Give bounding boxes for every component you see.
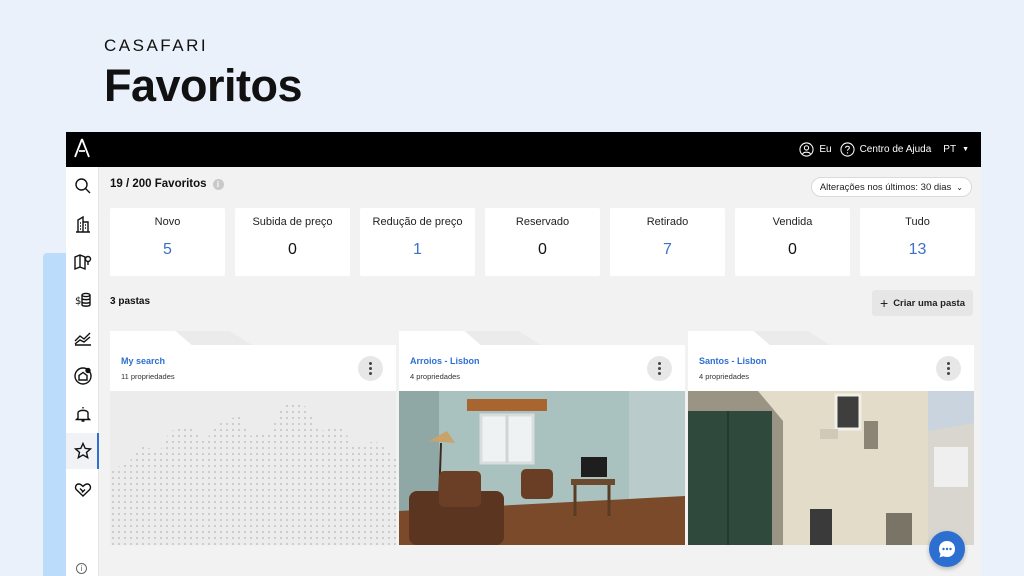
more-options-icon[interactable] [936, 356, 961, 381]
folders-title: 3 pastas [110, 296, 151, 307]
stat-value: 1 [413, 241, 422, 258]
language-label: PT [943, 144, 957, 155]
sidebar-item-home[interactable] [66, 358, 99, 394]
folder-thumbnail-photo [399, 391, 685, 545]
top-bar: Eu Centro de Ajuda PT ▼ [66, 132, 981, 167]
stat-label: Vendida [772, 216, 813, 228]
folder-header: Santos - Lisbon 4 propriedades [688, 345, 974, 391]
help-label: Centro de Ajuda [859, 144, 932, 155]
stat-label: Reservado [515, 216, 570, 228]
coins-icon: $ [75, 292, 91, 307]
folder-name[interactable]: Santos - Lisbon [699, 356, 767, 366]
home-circle-icon [73, 367, 92, 385]
stat-card-withdrawn[interactable]: Retirado 7 [610, 208, 725, 276]
casafari-logo-icon[interactable] [73, 138, 91, 158]
stat-value: 0 [788, 241, 797, 258]
stat-label: Tudo [905, 216, 930, 228]
folder-thumbnail-photo [688, 391, 974, 545]
plus-icon: + [880, 295, 889, 311]
language-select[interactable]: PT ▼ [943, 144, 969, 155]
casafari-wordmark: CASAFARI [104, 36, 209, 55]
stat-label: Novo [154, 216, 181, 228]
stat-label: Subida de preço [252, 216, 333, 228]
stat-card-all[interactable]: Tudo 13 [860, 208, 975, 276]
folder-name[interactable]: Arroios - Lisbon [410, 356, 480, 366]
stat-label: Retirado [646, 216, 689, 228]
folder-header: Arroios - Lisbon 4 propriedades [399, 345, 685, 391]
chat-bubble-icon [939, 541, 955, 558]
favorites-content: 19 / 200 Favoritos i Alterações nos últi… [99, 167, 981, 576]
sidebar-item-favorites[interactable] [66, 433, 99, 469]
sidebar-item-map[interactable] [66, 244, 99, 280]
handshake-icon [74, 483, 91, 497]
bell-icon [74, 407, 91, 422]
folder-thumbnail-map [110, 391, 396, 545]
folder-header: My search 11 propriedades [110, 345, 396, 391]
help-center-link[interactable]: Centro de Ajuda [839, 142, 932, 157]
sidebar-item-search[interactable] [66, 168, 99, 204]
favorites-count-label: 19 / 200 Favoritos [110, 178, 207, 190]
stat-value: 7 [663, 241, 672, 258]
folder-count: 4 propriedades [699, 372, 750, 381]
sidebar-item-alerts[interactable] [66, 396, 99, 432]
status-summary: Novo 5 Subida de preço 0 Redução de preç… [110, 208, 975, 276]
create-folder-button[interactable]: + Criar uma pasta [872, 290, 973, 316]
folder-card[interactable]: My search 11 propriedades [110, 331, 396, 545]
stat-value: 5 [163, 241, 172, 258]
user-label: Eu [819, 144, 832, 155]
chart-icon [74, 332, 91, 346]
chat-button[interactable] [929, 531, 965, 567]
period-select[interactable]: Alterações nos últimos: 30 dias ⌄ [810, 177, 972, 197]
stat-value: 0 [288, 241, 297, 258]
folder-name[interactable]: My search [121, 356, 165, 366]
building-icon [75, 215, 90, 233]
folder-card[interactable]: Santos - Lisbon 4 propriedades [688, 331, 974, 545]
sidebar-item-valuation[interactable]: $ [66, 282, 99, 318]
stat-value: 0 [538, 241, 547, 258]
chevron-down-icon: ▼ [962, 146, 969, 153]
favorites-count: 19 / 200 Favoritos i [110, 178, 224, 190]
info-icon[interactable]: i [212, 178, 224, 190]
sidebar-item-analytics[interactable] [66, 320, 99, 356]
accent-strip [43, 253, 68, 576]
search-icon [74, 178, 90, 194]
more-options-icon[interactable] [647, 356, 672, 381]
map-pin-icon [73, 254, 91, 271]
sidebar-item-properties[interactable] [66, 206, 99, 242]
star-icon [73, 442, 92, 460]
sidebar: $ i [66, 167, 99, 576]
more-options-icon[interactable] [358, 356, 383, 381]
user-menu[interactable]: Eu [799, 142, 832, 157]
folder-count: 4 propriedades [410, 372, 461, 381]
page-headline: Favoritos [104, 60, 303, 111]
app-window: Eu Centro de Ajuda PT ▼ $ i 19 / 200 Fav… [66, 132, 981, 576]
stat-value: 13 [908, 241, 927, 258]
folder-count: 11 propriedades [121, 372, 175, 381]
chevron-down-icon: ⌄ [956, 182, 963, 192]
sidebar-item-deals[interactable] [66, 472, 99, 508]
stat-card-sold[interactable]: Vendida 0 [735, 208, 850, 276]
stat-card-reserved[interactable]: Reservado 0 [485, 208, 600, 276]
stat-card-price-increase[interactable]: Subida de preço 0 [235, 208, 350, 276]
info-icon[interactable]: i [76, 563, 87, 574]
help-circle-icon [839, 142, 855, 157]
svg-text:$: $ [75, 296, 81, 307]
folder-card[interactable]: Arroios - Lisbon 4 propriedades [399, 331, 685, 545]
stat-label: Redução de preço [372, 216, 463, 228]
user-circle-icon [799, 142, 814, 157]
create-folder-label: Criar uma pasta [893, 297, 965, 309]
stat-card-new[interactable]: Novo 5 [110, 208, 225, 276]
period-select-label: Alterações nos últimos: 30 dias [819, 181, 952, 193]
stat-card-price-reduction[interactable]: Redução de preço 1 [360, 208, 475, 276]
